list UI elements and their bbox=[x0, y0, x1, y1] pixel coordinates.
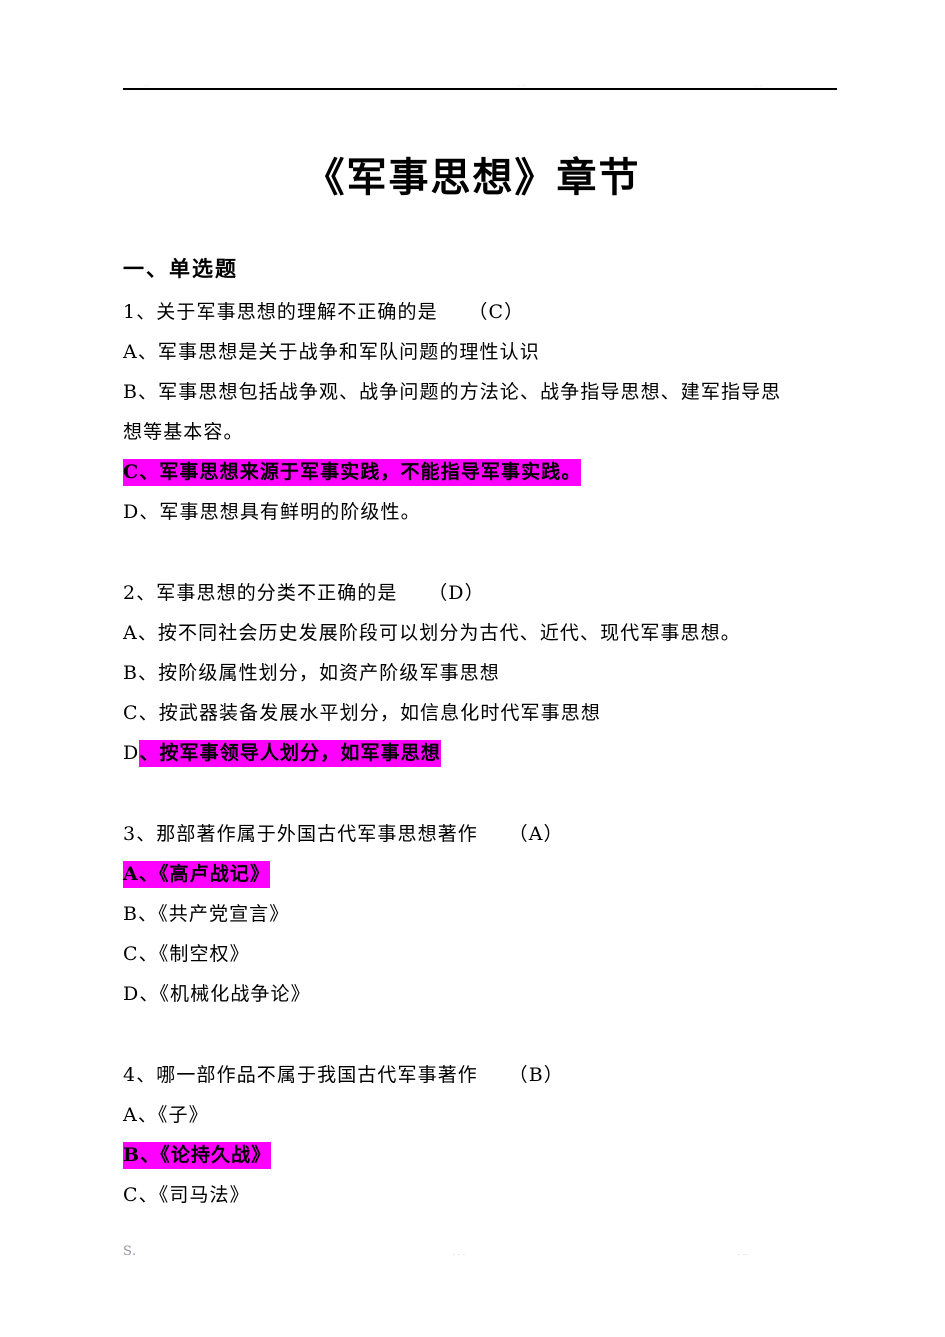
option-line: C、军事思想来源于军事实践，不能指导军事实践。 bbox=[123, 452, 845, 492]
option-line: D、《机械化战争论》 bbox=[123, 974, 845, 1014]
header-mark-right: . . bbox=[756, 82, 763, 88]
highlighted-answer: B、《论持久战》 bbox=[123, 1142, 272, 1169]
page-header: .. . .. . . bbox=[123, 72, 837, 102]
document-page: .. . .. . . 《军事思想》章节 一、单选题 1、关于军事思想的理解不正… bbox=[0, 0, 945, 1337]
option-line: A、《高卢战记》 bbox=[123, 854, 845, 894]
header-faint-marks: .. . .. . . bbox=[123, 72, 837, 88]
question-block: 2、军事思想的分类不正确的是 （D） A、按不同社会历史发展阶段可以划分为古代、近… bbox=[123, 573, 845, 773]
option-line: A、军事思想是关于战争和军队问题的理性认识 bbox=[123, 332, 845, 372]
option-text: A、军事思想是关于战争和军队问题的理性认识 bbox=[123, 341, 540, 363]
question-spacer bbox=[123, 1014, 845, 1055]
option-line: C、《司马法》 bbox=[123, 1175, 845, 1215]
highlighted-answer: 、按军事领导人划分，如军事思想 bbox=[139, 740, 441, 767]
header-mark-center: . .. bbox=[518, 82, 527, 88]
option-text: A、《子》 bbox=[123, 1104, 209, 1126]
footer-mark-left: S. bbox=[123, 1244, 137, 1259]
option-text: C、《制空权》 bbox=[123, 943, 250, 965]
option-line: C、按武器装备发展水平划分，如信息化时代军事思想 bbox=[123, 693, 845, 733]
page-title: 《军事思想》章节 bbox=[304, 154, 641, 201]
option-line: B、按阶级属性划分，如资产阶级军事思想 bbox=[123, 653, 845, 693]
option-text: B、军事思想包括战争观、战争问题的方法论、战争指导思想、建军指导思 bbox=[123, 381, 782, 403]
question-stem: 1、关于军事思想的理解不正确的是 （C） bbox=[123, 301, 525, 323]
page-footer: S. . . . . .. bbox=[123, 1244, 837, 1274]
footer-mark-right: . .. bbox=[738, 1250, 749, 1257]
option-line: B、《论持久战》 bbox=[123, 1135, 845, 1175]
question-spacer bbox=[123, 773, 845, 814]
option-text: D、军事思想具有鲜明的阶级性。 bbox=[123, 501, 421, 523]
option-line: 想等基本容。 bbox=[123, 412, 845, 452]
option-line: A、《子》 bbox=[123, 1095, 845, 1135]
option-text: A、按不同社会历史发展阶段可以划分为古代、近代、现代军事思想。 bbox=[123, 622, 741, 644]
header-mark-left: .. bbox=[145, 82, 150, 88]
option-text: 想等基本容。 bbox=[123, 421, 244, 443]
option-line: D、军事思想具有鲜明的阶级性。 bbox=[123, 492, 845, 532]
question-spacer bbox=[123, 532, 845, 573]
option-letter: D bbox=[123, 742, 140, 764]
question-list: 1、关于军事思想的理解不正确的是 （C） A、军事思想是关于战争和军队问题的理性认… bbox=[123, 292, 845, 1215]
option-line: D、按军事领导人划分，如军事思想 bbox=[123, 733, 845, 773]
option-text: B、按阶级属性划分，如资产阶级军事思想 bbox=[123, 662, 500, 684]
footer-mark-center: . . . bbox=[453, 1250, 466, 1257]
option-line: B、《共产党宣言》 bbox=[123, 894, 845, 934]
option-line: A、按不同社会历史发展阶段可以划分为古代、近代、现代军事思想。 bbox=[123, 613, 845, 653]
question-stem: 3、那部著作属于外国古代军事思想著作 （A） bbox=[123, 823, 564, 845]
option-text: B、《共产党宣言》 bbox=[123, 903, 290, 925]
question-block: 3、那部著作属于外国古代军事思想著作 （A） A、《高卢战记》 B、《共产党宣言》 C… bbox=[123, 814, 845, 1014]
option-text: C、《司马法》 bbox=[123, 1184, 250, 1206]
section-heading: 一、单选题 bbox=[123, 256, 238, 281]
option-line: C、《制空权》 bbox=[123, 934, 845, 974]
question-stem: 4、哪一部作品不属于我国古代军事著作 （B） bbox=[123, 1064, 564, 1086]
footer-faint-marks: S. . . . . .. bbox=[123, 1244, 837, 1268]
document-body: 一、单选题 1、关于军事思想的理解不正确的是 （C） A、军事思想是关于战争和军队… bbox=[123, 250, 845, 1215]
question-block: 1、关于军事思想的理解不正确的是 （C） A、军事思想是关于战争和军队问题的理性认… bbox=[123, 292, 845, 532]
option-line: B、军事思想包括战争观、战争问题的方法论、战争指导思想、建军指导思 bbox=[123, 372, 845, 412]
highlighted-answer: A、《高卢战记》 bbox=[123, 861, 271, 888]
option-text: C、按武器装备发展水平划分，如信息化时代军事思想 bbox=[123, 702, 601, 724]
question-block: 4、哪一部作品不属于我国古代军事著作 （B） A、《子》 B、《论持久战》 C、《司马… bbox=[123, 1055, 845, 1215]
header-divider bbox=[123, 88, 837, 90]
option-text: D、《机械化战争论》 bbox=[123, 983, 311, 1005]
highlighted-answer: C、军事思想来源于军事实践，不能指导军事实践。 bbox=[123, 459, 582, 486]
question-stem: 2、军事思想的分类不正确的是 （D） bbox=[123, 582, 485, 604]
